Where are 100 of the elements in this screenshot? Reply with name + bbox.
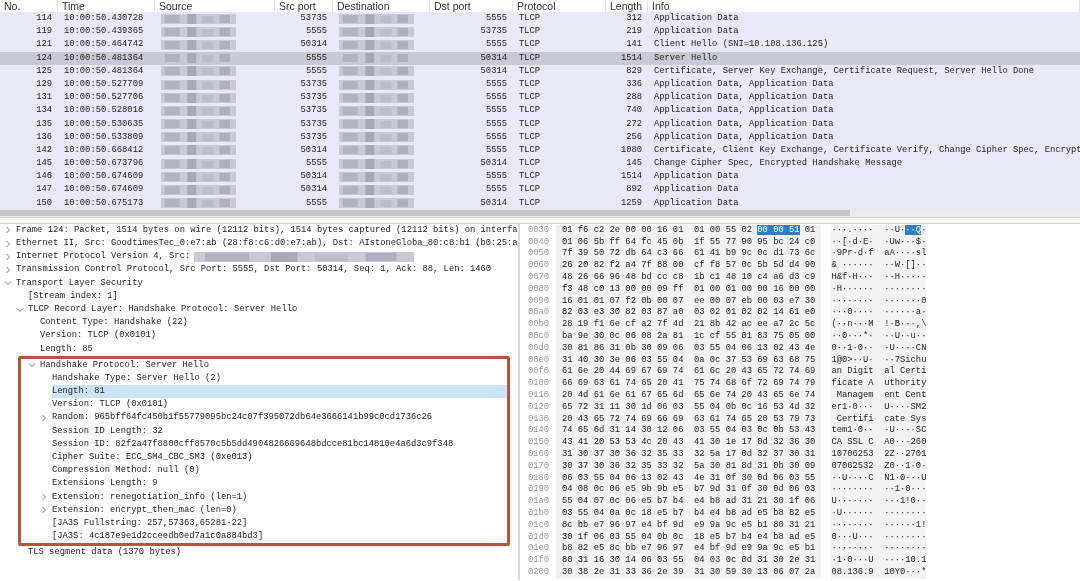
ascii-text[interactable]: an Digit al Certi (831, 366, 927, 377)
ascii-text[interactable]: ··[·d·E· ·Uw···$· (831, 236, 927, 247)
tree-item[interactable]: Version: TLCP (0x0101) (52, 398, 173, 412)
column-header[interactable]: Source (155, 0, 275, 12)
packet-row[interactable]: 125 10:00:50.481364 5555 50314 TLCP 829 Certificate, Server Key Exchange, Certificate Request, Server Hello Done (0, 64, 1080, 78)
tree-item[interactable]: Version: TLCP (0x0101) (40, 329, 161, 343)
packet-row[interactable]: 150 10:00:50.675173 5555 50314 TLCP 1259 Application Data (0, 196, 1080, 210)
ascii-text[interactable]: CA SSL C A0···260 (831, 437, 927, 448)
ascii-text[interactable]: 08.136.9 10Y0···* (831, 566, 927, 577)
byte-offset: 0130 (528, 413, 551, 426)
hex-bytes[interactable]: 01 (799, 224, 816, 235)
tree-item[interactable]: [Stream index: 1] (28, 289, 122, 303)
ascii-text[interactable]: ·U······ ········ (831, 507, 927, 518)
ascii-text[interactable]: 0··1·0·· ·U····CN (831, 342, 927, 353)
chevron-right-icon[interactable] (40, 506, 48, 515)
ascii-text[interactable]: ········ ·······0 (831, 295, 927, 306)
ascii-text[interactable]: ··U····C N1·0···U (831, 472, 927, 483)
hex-bytes[interactable]: 00 00 51 (757, 224, 800, 235)
ascii-text[interactable]: ········ ······1! (831, 519, 927, 530)
chevron-right-icon[interactable] (4, 252, 12, 261)
packet-row[interactable]: 124 10:00:50.481364 5555 50314 TLCP 1514 Server Hello (0, 51, 1080, 65)
table-cell: 5555 (485, 91, 507, 105)
chevron-right-icon[interactable] (4, 265, 12, 274)
column-header[interactable]: Protocol (513, 0, 606, 12)
byte-offset: 00e0 (528, 354, 551, 366)
column-header[interactable]: Dst port (430, 0, 513, 12)
ascii-text[interactable]: ·1·0···U ····10.1 (831, 555, 927, 566)
tree-item[interactable]: [JA3S: 4c187e9e1d2cceedb0ed7a1c0a884bd3] (52, 530, 268, 544)
ascii-text[interactable]: H&f·H··· ··H····· (831, 272, 927, 282)
hex-bytes[interactable]: 01 f6 c2 2e 00 00 16 01 01 00 55 02 (562, 224, 758, 235)
chevron-right-icon[interactable] (40, 493, 48, 502)
ascii-text[interactable]: 0···U··· ········ (831, 531, 927, 542)
ascii-text[interactable]: 07062532 Z0··1·0· (831, 460, 927, 471)
tree-item[interactable]: TLS segment data (1370 bytes) (28, 546, 186, 560)
ascii-text[interactable]: (··n···M !·B···,\ (831, 319, 927, 330)
packet-row[interactable]: 129 10:00:50.527709 53735 5555 TLCP 336 Application Data, Application Data (0, 77, 1080, 92)
packet-row[interactable]: 145 10:00:50.673796 5555 50314 TLCP 145 Change Cipher Spec, Encrypted Handshake Message (0, 157, 1080, 171)
tree-item[interactable]: Handshake Type: Server Hello (2) (52, 371, 225, 386)
tree-item[interactable]: Extension: encrypt_then_mac (len=0) (52, 503, 241, 517)
packet-row[interactable]: 142 10:00:50.668412 50314 5555 TLCP 1080 Certificate, Client Key Exchange, Certificate Verify, Change Cipher Spec, Encrypt (0, 143, 1080, 158)
packet-row[interactable]: 136 10:00:50.533809 53735 5555 TLCP 256 Application Data, Application Data (0, 130, 1080, 144)
tree-item[interactable]: Random: 965bff64fc450b1f55779095bc24c07f395072db64e3666141b99c0cd1736c26 (52, 411, 437, 425)
column-header[interactable]: Info (648, 0, 1080, 12)
tree-item[interactable]: Session ID Length: 32 (52, 424, 167, 438)
pane-splitter[interactable] (0, 216, 1080, 224)
tree-item[interactable]: Compression Method: null (0) (52, 464, 204, 478)
tree-item[interactable]: Handshake Protocol: Server Hello (40, 358, 213, 372)
tree-item[interactable]: Cipher Suite: ECC_SM4_CBC_SM3 (0xe013) (52, 451, 257, 465)
tree-item[interactable]: Length: 85 (40, 342, 97, 356)
packet-row[interactable]: 114 10:00:50.430728 53735 5555 TLCP 312 Application Data (0, 12, 1080, 26)
packet-row[interactable]: 119 10:00:50.439365 5555 53735 TLCP 219 Application Data (0, 25, 1080, 39)
ascii-text[interactable]: ficate A uthority (831, 378, 927, 389)
table-cell: 10:00:50.528018 (64, 104, 144, 118)
tree-item[interactable]: Transmission Control Protocol, Src Port: 5555, Dst Port: 50314, Seq: 1, Ack: 88, Len: 1460 (16, 263, 496, 277)
ascii-text[interactable]: U······· ···1!0·· (831, 496, 927, 507)
tree-item[interactable]: [JA3S Fullstring: 257,57363,65281-22] (52, 516, 252, 531)
tree-item[interactable]: Content Type: Handshake (22) (40, 316, 192, 330)
tree-item[interactable]: TLCP Record Layer: Handshake Protocol: Server Hello (28, 302, 302, 317)
ascii-text[interactable]: ·H······ ········ (831, 283, 927, 294)
ascii-text[interactable]: & ······ ··W·[]·· (831, 260, 927, 271)
horizontal-scrollbar[interactable] (0, 209, 1080, 217)
ascii-text[interactable]: 1@0>··U· ··7Sichu (831, 354, 927, 365)
ascii-text[interactable]: 10706253 2Z··2701 (831, 448, 927, 459)
tree-item[interactable]: Internet Protocol Version 4, Src: (16, 250, 195, 264)
ascii-text[interactable]: Certifi cate Sys (831, 413, 927, 424)
packet-row[interactable]: 147 10:00:50.674609 50314 5555 TLCP 892 Application Data (0, 183, 1080, 197)
ascii-text[interactable]: Managem ent Cent (831, 389, 927, 400)
chevron-down-icon[interactable] (4, 279, 12, 288)
tree-item[interactable]: Extensions Length: 9 (52, 477, 162, 491)
ascii-text[interactable]: ·9Pr·d·f aA····sl (831, 248, 927, 259)
ascii-text[interactable]: ···0···· ······a· (831, 307, 927, 318)
packet-row[interactable]: 134 10:00:50.528018 53735 5555 TLCP 740 Application Data, Application Data (0, 104, 1080, 118)
column-header[interactable]: No. (0, 0, 58, 12)
ascii-text[interactable]: tem1·0·· ·U····SC (831, 425, 927, 436)
column-header[interactable]: Src port (275, 0, 333, 12)
tree-item[interactable]: Frame 124: Packet, 1514 bytes on wire (12112 bits), 1514 bytes captured (12112 bits) on interfa (16, 223, 518, 237)
packet-row[interactable]: 131 10:00:50.527706 53735 5555 TLCP 288 Application Data, Application Data (0, 91, 1080, 105)
ascii-text[interactable]: ········ ··1·0··· (831, 484, 927, 495)
ascii-text[interactable]: · (921, 224, 927, 235)
column-header[interactable]: Destination (333, 0, 430, 12)
ascii-text[interactable]: er1·0··· U····SM2 (831, 401, 927, 412)
chevron-right-icon[interactable] (4, 226, 12, 235)
chevron-right-icon[interactable] (40, 414, 48, 423)
chevron-down-icon[interactable] (16, 305, 24, 314)
tree-item[interactable]: Ethernet II, Src: GoodtimesTec_0:e7:ab (28:f8:c6:d0:e7:ab), Dst: AIstoneGloba_80:c8:b1 (b0:25:a (16, 237, 518, 251)
packet-row[interactable]: 135 10:00:50.530635 53735 5555 TLCP 272 Application Data, Application Data (0, 117, 1080, 131)
tree-item[interactable]: Length: 81 (52, 385, 507, 399)
column-header[interactable]: Time (58, 0, 155, 12)
ascii-text[interactable]: ········ ········ (831, 543, 927, 554)
packet-row[interactable]: 121 10:00:50.464742 50314 5555 TLCP 141 Client Hello (SNI=10.108.136.125) (0, 38, 1080, 52)
chevron-right-icon[interactable] (4, 239, 12, 248)
ascii-text[interactable]: ··0···*· ··U··u·· (831, 331, 927, 341)
tree-item[interactable]: Extension: renegotiation_info (len=1) (52, 490, 252, 504)
chevron-down-icon[interactable] (28, 361, 36, 370)
tree-item[interactable]: Transport Layer Security (16, 276, 147, 290)
ascii-text[interactable]: ··Q (905, 224, 922, 235)
column-header[interactable]: Length (606, 0, 648, 12)
tree-item[interactable]: Session ID: 82f2a47f8800cff8570c5b5dd4904826669648bdcce81bc14810e4a6d3c9f348 (52, 437, 458, 451)
ascii-text[interactable]: ···.···· ··U· (831, 224, 906, 235)
packet-row[interactable]: 146 10:00:50.674609 50314 5555 TLCP 1514 Application Data (0, 170, 1080, 184)
